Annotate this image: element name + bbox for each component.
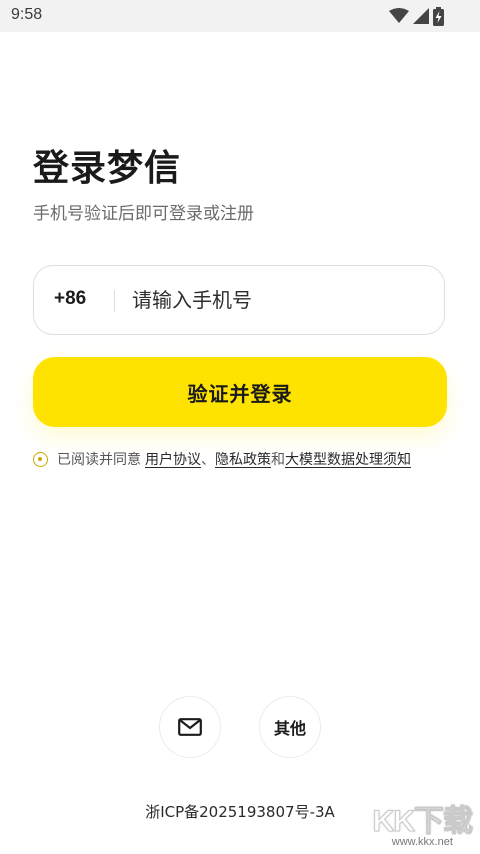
- watermark-main: KK下载: [372, 805, 473, 839]
- agreement-conjunction: 和: [271, 452, 285, 468]
- model-data-notice-link[interactable]: 大模型数据处理须知: [285, 449, 411, 469]
- battery-charging-icon: [433, 6, 444, 26]
- country-code-selector[interactable]: +86: [54, 288, 86, 310]
- phone-input[interactable]: [132, 281, 422, 319]
- status-time: 9:58: [11, 6, 43, 23]
- verify-login-button[interactable]: 验证并登录: [33, 357, 447, 427]
- email-login-button[interactable]: [159, 696, 221, 758]
- signal-icon: [413, 8, 429, 24]
- user-agreement-link[interactable]: 用户协议: [145, 449, 201, 469]
- agreement-separator: 、: [201, 452, 215, 468]
- status-icons: [389, 6, 444, 26]
- other-login-label: 其他: [273, 719, 306, 738]
- mail-icon: [178, 718, 202, 736]
- field-divider: [114, 290, 115, 312]
- agree-radio[interactable]: [33, 451, 48, 467]
- wifi-icon: [389, 8, 409, 24]
- status-bar: 9:58: [0, 0, 480, 32]
- privacy-policy-link[interactable]: 隐私政策: [215, 449, 271, 469]
- other-login-button[interactable]: 其他: [259, 696, 321, 758]
- watermark-logo: KK下载 www.kkx.net: [372, 796, 473, 849]
- page-subtitle: 手机号验证后即可登录或注册: [33, 204, 254, 224]
- page-title: 登录梦信: [33, 148, 182, 189]
- phone-field[interactable]: +86: [33, 265, 445, 335]
- agreement-row: 已阅读并同意 用户协议 、 隐私政策 和 大模型数据处理须知: [33, 449, 411, 469]
- agreement-prefix: 已阅读并同意: [57, 452, 141, 468]
